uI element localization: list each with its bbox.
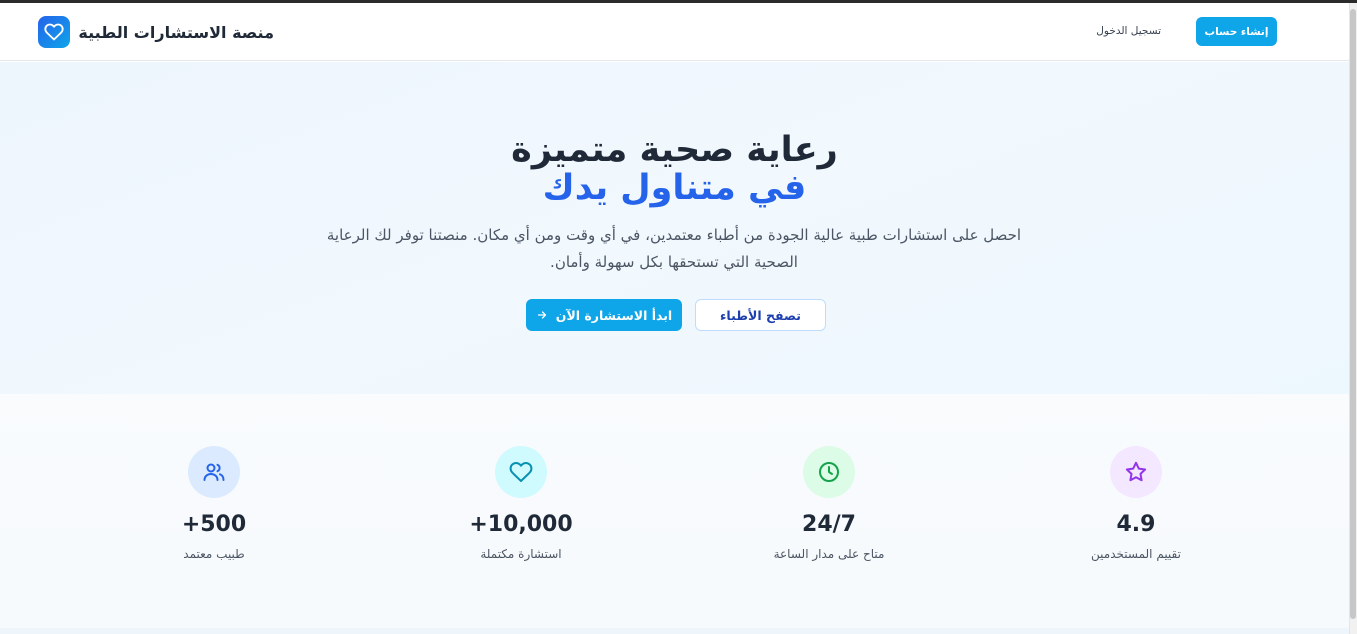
signup-button[interactable]: إنشاء حساب (1196, 17, 1277, 46)
stat-label: تقييم المستخدمين (1091, 547, 1181, 561)
brand[interactable]: منصة الاستشارات الطبية (38, 16, 274, 48)
stat-availability: 24/7 متاح على مدار الساعة (729, 446, 929, 564)
stat-value: +500 (181, 512, 247, 537)
stat-label: متاح على مدار الساعة (773, 547, 885, 561)
stat-rating: 4.9 تقييم المستخدمين (1036, 446, 1236, 564)
hero-section: رعاية صحية متميزة في متناول يدك احصل على… (0, 62, 1349, 394)
stat-doctors: +500 طبيب معتمد (114, 446, 314, 564)
star-icon (1110, 446, 1162, 498)
section-divider (0, 628, 1349, 634)
heart-icon (495, 446, 547, 498)
heart-icon (38, 16, 71, 48)
browse-doctors-label: تصفح الأطباء (720, 307, 801, 323)
brand-name: منصة الاستشارات الطبية (78, 22, 274, 42)
hero-subtitle: في متناول يدك (542, 168, 807, 208)
scrollbar-thumb[interactable] (1350, 9, 1356, 619)
stat-label: استشارة مكتملة (480, 547, 562, 561)
browse-doctors-button[interactable]: تصفح الأطباء (695, 299, 826, 331)
stat-label: طبيب معتمد (183, 547, 245, 561)
hero-description: احصل على استشارات طبية عالية الجودة من أ… (326, 226, 1022, 271)
stat-consultations: +10,000 استشارة مكتملة (421, 446, 621, 564)
stats-section: +500 طبيب معتمد +10,000 استشارة مكتملة 2… (0, 394, 1349, 634)
site-header: منصة الاستشارات الطبية إنشاء حساب تسجيل … (0, 3, 1349, 61)
vertical-scrollbar[interactable] (1349, 3, 1357, 634)
stat-value: 24/7 (802, 512, 856, 537)
start-consultation-label: ابدأ الاستشارة الآن (555, 307, 673, 323)
users-icon (188, 446, 240, 498)
stat-value: 4.9 (1116, 512, 1156, 537)
arrow-right-icon (537, 311, 546, 319)
start-consultation-button[interactable]: ابدأ الاستشارة الآن (526, 299, 682, 331)
stat-value: +10,000 (469, 512, 573, 537)
login-link[interactable]: تسجيل الدخول (1096, 25, 1161, 37)
clock-icon (803, 446, 855, 498)
